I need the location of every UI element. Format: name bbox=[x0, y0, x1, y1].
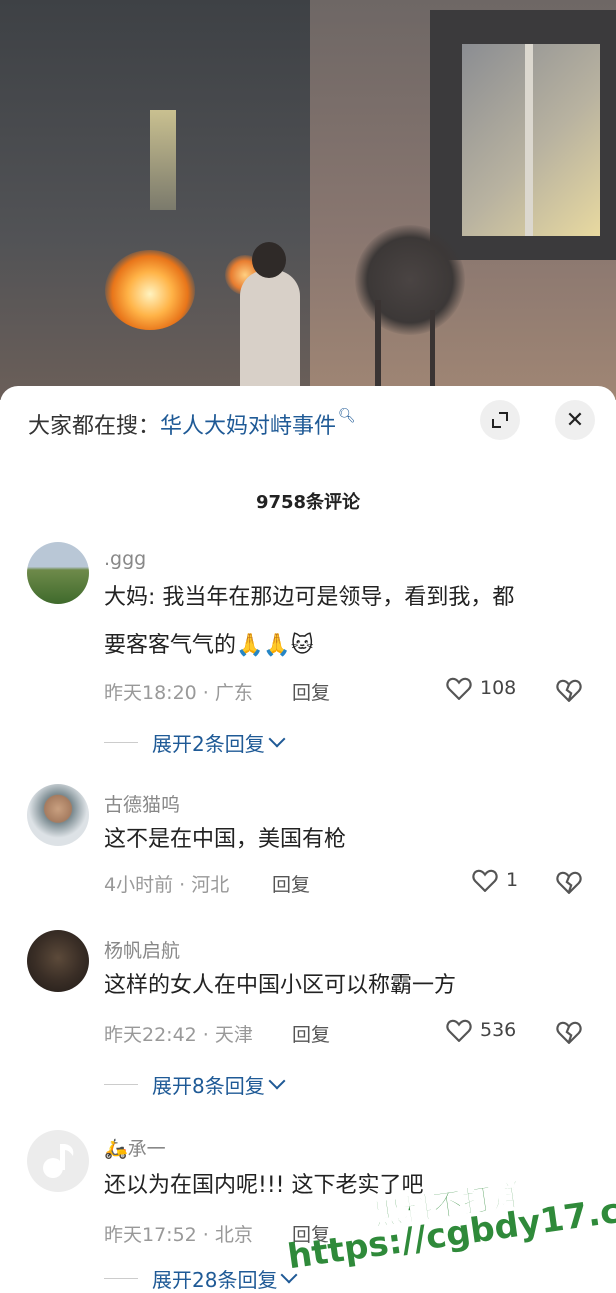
search-suggestion[interactable]: 大家都在搜： 华人大妈对峙事件 🔍︎ bbox=[28, 408, 356, 440]
comment-meta: 昨天18:20 · 广东 bbox=[104, 682, 253, 704]
fire bbox=[105, 250, 195, 330]
dislike-icon[interactable] bbox=[556, 870, 582, 894]
expand-icon bbox=[492, 412, 508, 428]
avatar[interactable] bbox=[27, 930, 89, 992]
heart-icon bbox=[446, 677, 472, 700]
search-prefix: 大家都在搜： bbox=[28, 414, 161, 439]
person-head bbox=[252, 242, 286, 278]
default-avatar-icon bbox=[43, 1144, 74, 1178]
divider bbox=[104, 1278, 138, 1279]
comment-meta: 昨天17:52 · 北京 bbox=[104, 1224, 253, 1246]
window bbox=[150, 110, 176, 210]
expand-replies[interactable]: 展开28条回复 bbox=[104, 1264, 298, 1293]
comment-username[interactable]: 古德猫呜 bbox=[104, 790, 180, 817]
comment-meta: 昨天22:42 · 天津 bbox=[104, 1024, 253, 1046]
reply-button[interactable]: 回复 bbox=[272, 870, 310, 897]
dislike-icon[interactable] bbox=[556, 678, 582, 702]
like-count: 536 bbox=[480, 1019, 517, 1041]
expand-button[interactable] bbox=[480, 400, 520, 440]
reply-button[interactable]: 回复 bbox=[292, 1020, 330, 1047]
comment-text: 这样的女人在中国小区可以称霸一方 bbox=[104, 973, 457, 998]
like-button[interactable]: 536 bbox=[446, 1018, 516, 1042]
comment-text-part: 要客客气气的 bbox=[104, 633, 237, 658]
emoji: 🙏🙏🐱 bbox=[236, 633, 314, 658]
tree-trunk bbox=[375, 300, 381, 400]
comment-meta: 4小时前 · 河北 bbox=[104, 874, 230, 896]
search-term-link[interactable]: 华人大妈对峙事件 bbox=[160, 408, 336, 440]
comment-username-text: 承一 bbox=[127, 1138, 166, 1160]
like-count: 1 bbox=[506, 869, 519, 891]
like-button[interactable]: 108 bbox=[446, 676, 516, 700]
expand-replies[interactable]: 展开8条回复 bbox=[104, 1070, 286, 1099]
divider bbox=[104, 1084, 138, 1085]
chevron-down-icon bbox=[268, 730, 286, 747]
expand-replies-label: 展开8条回复 bbox=[152, 1074, 265, 1098]
tree bbox=[355, 225, 465, 335]
video-frame[interactable] bbox=[0, 0, 616, 400]
divider bbox=[104, 742, 138, 743]
comment-text-line: 大妈: 我当年在那边可是领导，看到我，都 bbox=[104, 585, 515, 610]
like-count: 108 bbox=[480, 677, 517, 699]
avatar[interactable] bbox=[27, 784, 89, 846]
close-icon: ✕ bbox=[565, 407, 585, 433]
reply-button[interactable]: 回复 bbox=[292, 678, 330, 705]
comment-text: 这不是在中国，美国有枪 bbox=[104, 827, 347, 852]
like-button[interactable]: 1 bbox=[472, 868, 518, 892]
window-bar bbox=[525, 44, 533, 236]
heart-icon bbox=[446, 1019, 472, 1042]
comment-text-line: 要客客气气的🙏🙏🐱 bbox=[104, 622, 594, 670]
comment-text: 大妈: 我当年在那边可是领导，看到我，都 要客客气气的🙏🙏🐱 bbox=[104, 574, 594, 670]
avatar[interactable] bbox=[27, 542, 89, 604]
chevron-down-icon bbox=[268, 1072, 286, 1089]
search-icon: 🔍︎ bbox=[338, 408, 356, 424]
close-button[interactable]: ✕ bbox=[555, 400, 595, 440]
comment-username[interactable]: 🛵承一 bbox=[104, 1134, 166, 1161]
expand-replies-label: 展开2条回复 bbox=[152, 732, 265, 756]
expand-replies-label: 展开28条回复 bbox=[152, 1268, 278, 1292]
scooter-badge-icon: 🛵 bbox=[104, 1138, 128, 1160]
comment-sheet: 大家都在搜： 华人大妈对峙事件 🔍︎ ✕ 9758条评论 .ggg 大妈: 我当… bbox=[0, 386, 616, 1292]
comment-username[interactable]: 杨帆启航 bbox=[104, 936, 180, 963]
comment-count: 9758条评论 bbox=[255, 492, 361, 513]
expand-replies[interactable]: 展开2条回复 bbox=[104, 728, 286, 757]
avatar[interactable] bbox=[27, 1130, 89, 1192]
person bbox=[240, 270, 300, 400]
comment-username[interactable]: .ggg bbox=[104, 548, 146, 570]
dislike-icon[interactable] bbox=[556, 1020, 582, 1044]
heart-icon bbox=[472, 869, 498, 892]
